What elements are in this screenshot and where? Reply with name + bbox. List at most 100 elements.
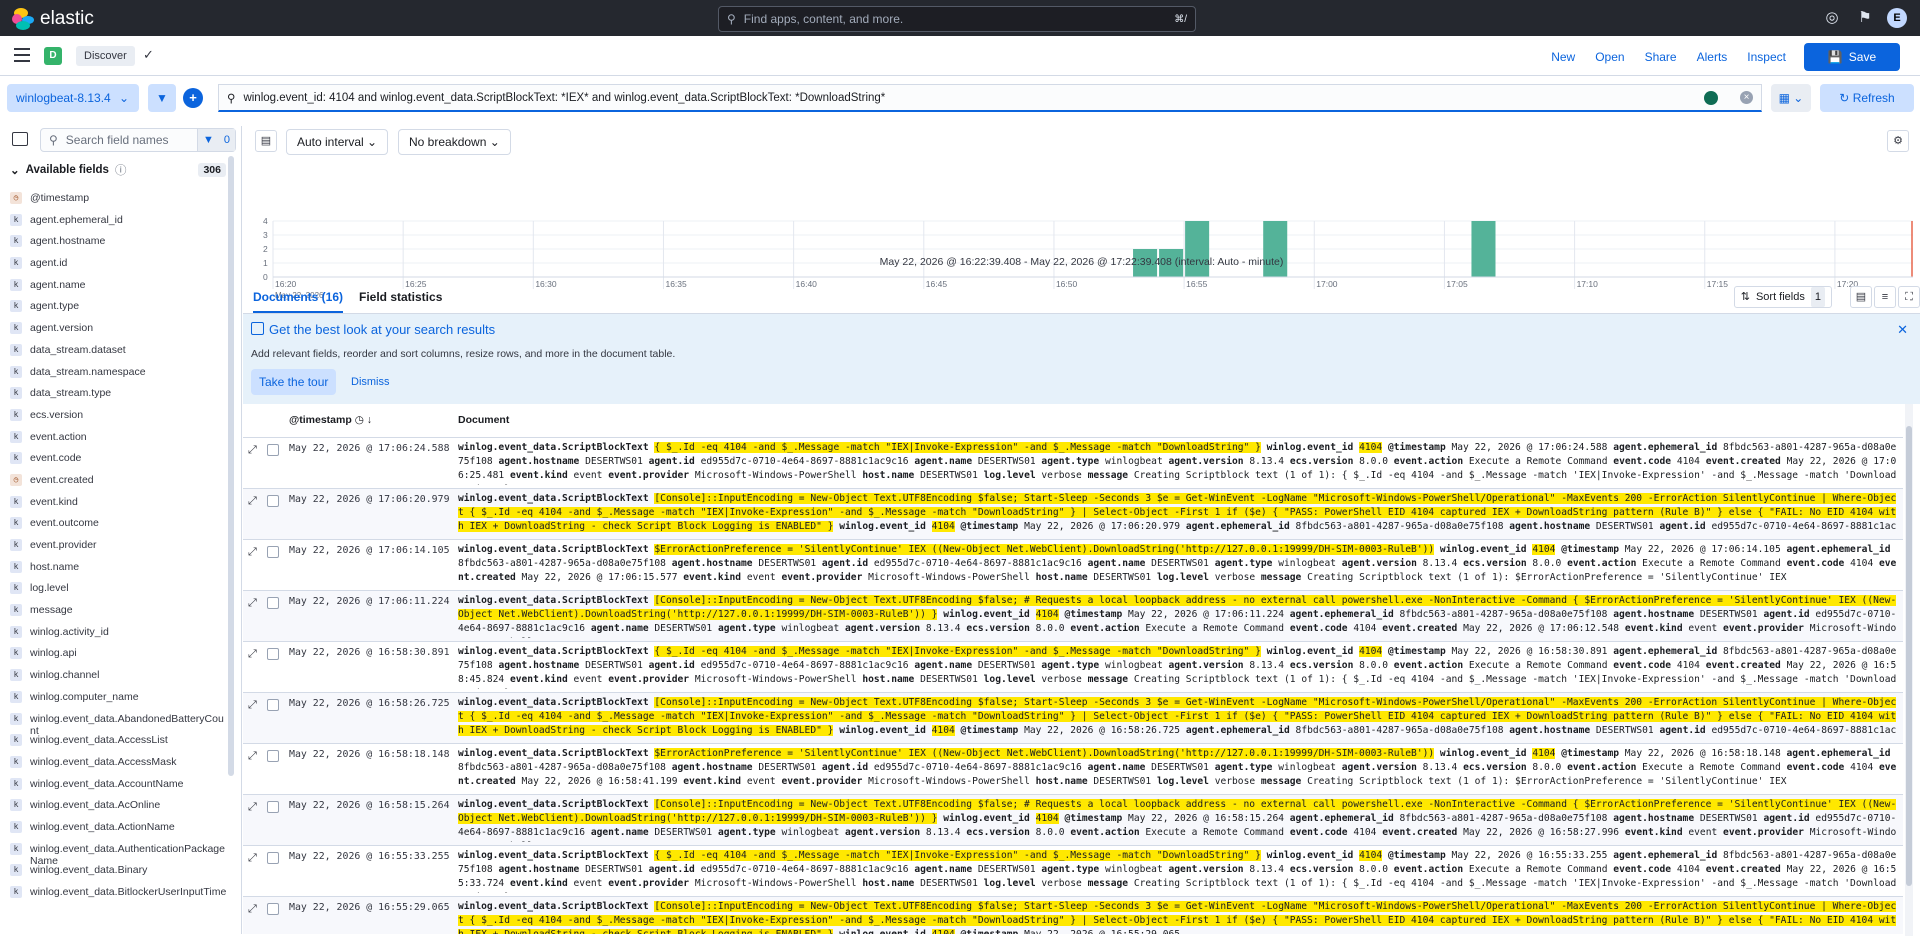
grid-scroll-thumb[interactable] [1906,426,1912,886]
row-checkbox[interactable] [267,444,279,456]
field-item[interactable]: k event.provider [10,535,228,557]
expand-icon[interactable]: ⤢ [248,596,260,610]
chart-options-icon[interactable]: ⚙ [1887,130,1909,152]
row-checkbox[interactable] [267,699,279,711]
field-item[interactable]: k agent.hostname [10,231,228,253]
close-icon[interactable]: ✕ [1897,322,1908,338]
row-checkbox[interactable] [267,495,279,507]
user-avatar[interactable]: E [1887,8,1907,28]
table-row[interactable]: ⤢ May 22, 2026 @ 16:55:33.255 winlog.event… [243,846,1903,897]
row-checkbox[interactable] [267,852,279,864]
table-row[interactable]: ⤢ May 22, 2026 @ 17:06:24.588 winlog.event… [243,438,1903,489]
space-avatar[interactable]: D [44,47,62,65]
fullscreen-icon[interactable]: ⛶ [1898,286,1920,308]
field-item[interactable]: k agent.name [10,275,228,297]
refresh-button[interactable]: ↻ Refresh [1820,84,1914,112]
field-item[interactable]: k event.kind [10,492,228,514]
field-item[interactable]: k winlog.api [10,643,228,665]
share-link[interactable]: Share [1635,50,1687,64]
grid-scrollbar[interactable] [1905,404,1913,936]
filter-menu-button[interactable]: ▼ [148,84,176,112]
field-item[interactable]: k event.action [10,427,228,449]
grid-settings-icon[interactable]: ≡ [1874,286,1896,308]
field-item[interactable]: k agent.type [10,296,228,318]
column-header-timestamp[interactable]: @timestamp ◷ ↓ [289,414,372,426]
field-filter-button[interactable]: ▼ 0 [197,129,235,151]
field-item[interactable]: k winlog.event_data.BitlockerUserInputTim… [10,882,228,904]
open-link[interactable]: Open [1585,50,1634,64]
tab-field-statistics[interactable]: Field statistics [359,290,442,304]
expand-icon[interactable]: ⤢ [248,494,260,508]
field-item[interactable]: k data_stream.namespace [10,362,228,384]
row-checkbox[interactable] [267,801,279,813]
table-row[interactable]: ⤢ May 22, 2026 @ 16:58:18.148 winlog.event… [243,744,1903,795]
row-checkbox[interactable] [267,546,279,558]
expand-icon[interactable]: ⤢ [248,902,260,916]
histogram-toggle-icon[interactable]: ▤ [255,130,277,152]
row-checkbox[interactable] [267,903,279,915]
date-picker-button[interactable]: ▦ ⌄ [1771,84,1811,112]
add-filter-button[interactable]: + [183,88,203,108]
data-view-picker[interactable]: winlogbeat-8.13.4 ⌄ [7,84,139,112]
table-row[interactable]: ⤢ May 22, 2026 @ 16:58:30.891 winlog.event… [243,642,1903,693]
expand-icon[interactable]: ⤢ [248,545,260,559]
table-row[interactable]: ⤢ May 22, 2026 @ 16:58:26.725 winlog.event… [243,693,1903,744]
row-checkbox[interactable] [267,597,279,609]
table-row[interactable]: ⤢ May 22, 2026 @ 17:06:14.105 winlog.event… [243,540,1903,591]
expand-icon[interactable]: ⤢ [248,749,260,763]
field-item[interactable]: ◷ @timestamp [10,188,228,210]
field-item[interactable]: k data_stream.dataset [10,340,228,362]
field-item[interactable]: k message [10,600,228,622]
inspect-link[interactable]: Inspect [1737,50,1796,64]
field-search-input[interactable]: ⚲ Search field names ▼ 0 [40,128,236,152]
field-item[interactable]: k agent.id [10,253,228,275]
expand-icon[interactable]: ⤢ [248,800,260,814]
field-item[interactable]: k event.code [10,448,228,470]
field-item[interactable]: k winlog.event_data.AuthenticationPackage… [10,839,228,867]
field-item[interactable]: k host.name [10,557,228,579]
field-item[interactable]: k event.outcome [10,513,228,535]
alerts-link[interactable]: Alerts [1687,50,1738,64]
field-item[interactable]: ◷ event.created [10,470,228,492]
field-item[interactable]: k winlog.event_data.AccountName [10,774,228,796]
tab-documents[interactable]: Documents (16) [253,290,344,313]
menu-icon[interactable] [14,48,30,62]
field-item[interactable]: k ecs.version [10,405,228,427]
field-item[interactable]: k winlog.event_data.AccessMask [10,752,228,774]
expand-icon[interactable]: ⤢ [248,851,260,865]
breakdown-select[interactable]: No breakdown ⌄ [398,129,511,155]
column-header-document[interactable]: Document [458,414,509,426]
field-item[interactable]: k agent.ephemeral_id [10,210,228,232]
global-search-input[interactable]: ⚲ Find apps, content, and more. ⌘/ [718,6,1196,32]
help-icon[interactable]: ◎ [1823,9,1841,27]
row-height-icon[interactable]: ▤ [1850,286,1872,308]
row-checkbox[interactable] [267,750,279,762]
field-item[interactable]: k data_stream.type [10,383,228,405]
breadcrumb-discover[interactable]: Discover [76,46,135,66]
available-fields-header[interactable]: ⌄ Available fields ⓘ 306 [10,162,226,178]
field-item[interactable]: k winlog.event_data.AcOnline [10,795,228,817]
clear-icon[interactable]: × [1740,91,1753,104]
field-item[interactable]: k winlog.event_data.ActionName [10,817,228,839]
field-item[interactable]: k winlog.computer_name [10,687,228,709]
field-item[interactable]: k log.level [10,578,228,600]
interval-select[interactable]: Auto interval ⌄ [286,129,389,155]
field-item[interactable]: k winlog.activity_id [10,622,228,644]
take-tour-button[interactable]: Take the tour [251,369,337,395]
save-button[interactable]: 💾 Save [1804,43,1900,71]
new-link[interactable]: New [1541,50,1585,64]
table-row[interactable]: ⤢ May 22, 2026 @ 17:06:11.224 winlog.event… [243,591,1903,642]
sidebar-toggle-icon[interactable] [12,132,28,146]
dismiss-button[interactable]: Dismiss [351,369,390,395]
expand-icon[interactable]: ⤢ [248,698,260,712]
field-item[interactable]: k agent.version [10,318,228,340]
expand-icon[interactable]: ⤢ [248,443,260,457]
sidebar-scrollbar[interactable] [228,156,234,776]
sort-fields-button[interactable]: ⇅ Sort fields 1 [1733,286,1832,308]
table-row[interactable]: ⤢ May 22, 2026 @ 16:55:29.065 winlog.event… [243,897,1903,934]
kql-query-input[interactable]: ⚲ winlog.event_id: 4104 and winlog.event… [218,84,1762,112]
field-item[interactable]: k winlog.channel [10,665,228,687]
table-row[interactable]: ⤢ May 22, 2026 @ 17:06:20.979 winlog.event… [243,489,1903,540]
row-checkbox[interactable] [267,648,279,660]
expand-icon[interactable]: ⤢ [248,647,260,661]
